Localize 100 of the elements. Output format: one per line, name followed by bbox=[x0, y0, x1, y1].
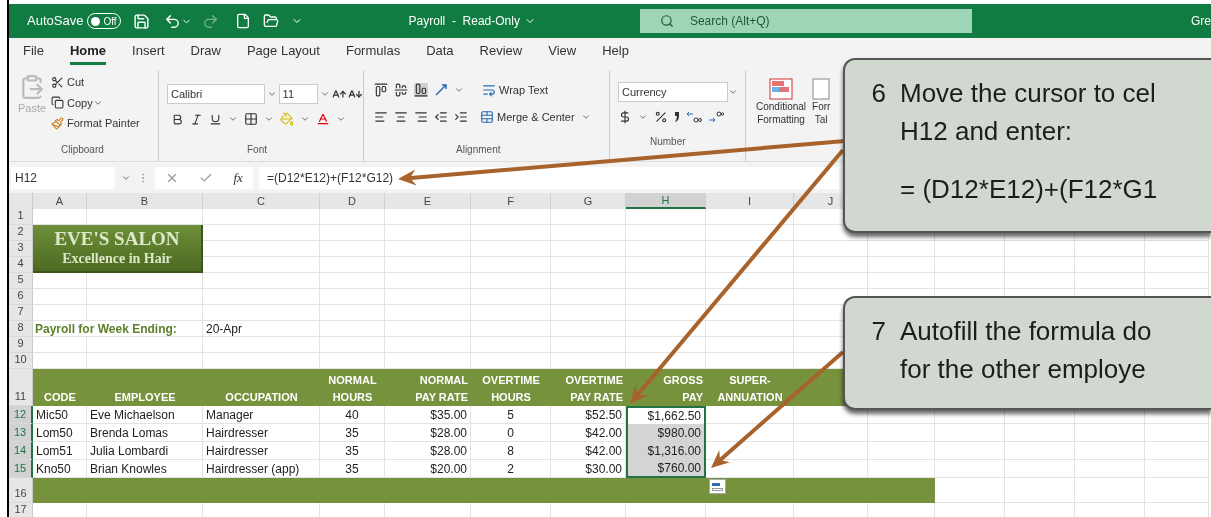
empty-cell[interactable] bbox=[471, 225, 551, 241]
row-number[interactable]: 8 bbox=[9, 321, 33, 337]
empty-cell[interactable] bbox=[794, 257, 868, 273]
caret-icon[interactable] bbox=[638, 112, 648, 122]
empty-cell[interactable] bbox=[794, 241, 868, 257]
empty-cell[interactable] bbox=[1075, 424, 1145, 442]
empty-cell[interactable] bbox=[551, 289, 626, 305]
row-number[interactable]: 17 bbox=[9, 503, 33, 517]
empty-cell[interactable] bbox=[385, 337, 471, 353]
empty-cell[interactable] bbox=[794, 442, 868, 460]
empty-cell[interactable] bbox=[626, 337, 706, 353]
column-header[interactable]: I bbox=[706, 193, 794, 209]
table-cell[interactable]: $980.00 bbox=[626, 424, 706, 442]
empty-cell[interactable] bbox=[320, 241, 385, 257]
top-align-icon[interactable] bbox=[374, 83, 388, 98]
menu-tab[interactable]: Review bbox=[479, 40, 523, 65]
underline-icon[interactable] bbox=[209, 112, 222, 126]
autofill-options-icon[interactable] bbox=[709, 479, 726, 494]
empty-cell[interactable] bbox=[1145, 273, 1209, 289]
empty-cell[interactable] bbox=[385, 241, 471, 257]
empty-cell[interactable] bbox=[1145, 460, 1209, 478]
empty-cell[interactable] bbox=[551, 225, 626, 241]
empty-cell[interactable] bbox=[794, 424, 868, 442]
row-number[interactable]: 1 bbox=[9, 209, 33, 225]
empty-cell[interactable] bbox=[1075, 241, 1145, 257]
empty-cell[interactable] bbox=[551, 337, 626, 353]
empty-cell[interactable] bbox=[1145, 478, 1209, 503]
table-cell[interactable]: Hairdresser bbox=[203, 424, 320, 442]
format-table-button[interactable]: Forr Tal bbox=[812, 78, 831, 126]
empty-cell[interactable] bbox=[1075, 273, 1145, 289]
fill-color-icon[interactable] bbox=[280, 112, 294, 126]
table-cell[interactable]: Lom50 bbox=[33, 424, 87, 442]
empty-cell[interactable] bbox=[1005, 460, 1075, 478]
table-cell[interactable]: 20-Apr bbox=[203, 321, 320, 337]
column-header[interactable]: H bbox=[626, 193, 706, 209]
empty-cell[interactable] bbox=[471, 273, 551, 289]
empty-cell[interactable] bbox=[1145, 442, 1209, 460]
folder-icon[interactable] bbox=[262, 13, 279, 29]
empty-cell[interactable] bbox=[551, 305, 626, 321]
font-name-field[interactable]: Calibri bbox=[167, 84, 265, 104]
align-center-icon[interactable] bbox=[394, 109, 408, 124]
table-cell[interactable]: Mic50 bbox=[33, 406, 87, 424]
column-header[interactable]: F bbox=[471, 193, 551, 209]
empty-cell[interactable] bbox=[626, 225, 706, 241]
bold-icon[interactable] bbox=[171, 112, 184, 126]
table-cell[interactable]: $1,662.50 bbox=[626, 406, 706, 424]
percent-icon[interactable] bbox=[654, 110, 668, 124]
menu-tab[interactable]: View bbox=[548, 40, 577, 65]
empty-cell[interactable] bbox=[471, 337, 551, 353]
copy-button[interactable]: Copy bbox=[51, 94, 93, 111]
font-color-icon[interactable] bbox=[316, 112, 330, 126]
table-cell[interactable]: $35.00 bbox=[385, 406, 471, 424]
empty-cell[interactable] bbox=[551, 273, 626, 289]
empty-cell[interactable] bbox=[203, 209, 320, 225]
empty-cell[interactable] bbox=[1005, 424, 1075, 442]
table-cell[interactable]: 5 bbox=[471, 406, 551, 424]
table-cell[interactable]: $1,316.00 bbox=[626, 442, 706, 460]
empty-cell[interactable] bbox=[1075, 478, 1145, 503]
empty-cell[interactable] bbox=[868, 424, 935, 442]
empty-cell[interactable] bbox=[1075, 460, 1145, 478]
empty-cell[interactable] bbox=[203, 289, 320, 305]
row-number[interactable]: 16 bbox=[9, 478, 33, 503]
formula-field[interactable]: =(D12*E12)+(F12*G12) bbox=[259, 166, 839, 189]
empty-cell[interactable] bbox=[706, 257, 794, 273]
decrease-indent-icon[interactable] bbox=[434, 109, 448, 124]
empty-cell[interactable] bbox=[706, 273, 794, 289]
table-cell[interactable]: Julia Lombardi bbox=[87, 442, 203, 460]
table-cell[interactable]: 8 bbox=[471, 442, 551, 460]
empty-cell[interactable] bbox=[1005, 478, 1075, 503]
caret-icon[interactable] bbox=[228, 114, 238, 124]
row-number[interactable]: 2 bbox=[9, 225, 33, 241]
empty-cell[interactable] bbox=[706, 241, 794, 257]
menu-tab[interactable]: Help bbox=[602, 40, 629, 65]
empty-cell[interactable] bbox=[320, 225, 385, 241]
number-format-field[interactable]: Currency bbox=[618, 82, 728, 102]
empty-cell[interactable] bbox=[706, 289, 794, 305]
table-cell[interactable]: Manager bbox=[203, 406, 320, 424]
empty-cell[interactable] bbox=[935, 241, 1005, 257]
empty-cell[interactable] bbox=[385, 273, 471, 289]
empty-cell[interactable] bbox=[551, 209, 626, 225]
table-cell[interactable]: 35 bbox=[320, 442, 385, 460]
menu-tab[interactable]: Home bbox=[69, 40, 107, 65]
row-number[interactable]: 10 bbox=[9, 353, 33, 369]
empty-cell[interactable] bbox=[706, 337, 794, 353]
empty-cell[interactable] bbox=[1005, 273, 1075, 289]
undo-icon[interactable] bbox=[163, 12, 181, 30]
font-size-field[interactable]: 11 bbox=[278, 84, 318, 104]
empty-cell[interactable] bbox=[320, 209, 385, 225]
row-number[interactable]: 4 bbox=[9, 257, 33, 273]
caret-icon[interactable] bbox=[266, 89, 277, 99]
align-right-icon[interactable] bbox=[414, 109, 428, 124]
format-painter-button[interactable]: Format Painter bbox=[51, 115, 140, 132]
empty-cell[interactable] bbox=[203, 273, 320, 289]
row-number[interactable]: 13 bbox=[9, 424, 33, 442]
caret-icon[interactable] bbox=[728, 87, 738, 97]
empty-cell[interactable] bbox=[320, 257, 385, 273]
empty-cell[interactable] bbox=[935, 442, 1005, 460]
column-header[interactable]: C bbox=[203, 193, 320, 209]
increase-indent-icon[interactable] bbox=[454, 109, 468, 124]
empty-cell[interactable] bbox=[320, 289, 385, 305]
